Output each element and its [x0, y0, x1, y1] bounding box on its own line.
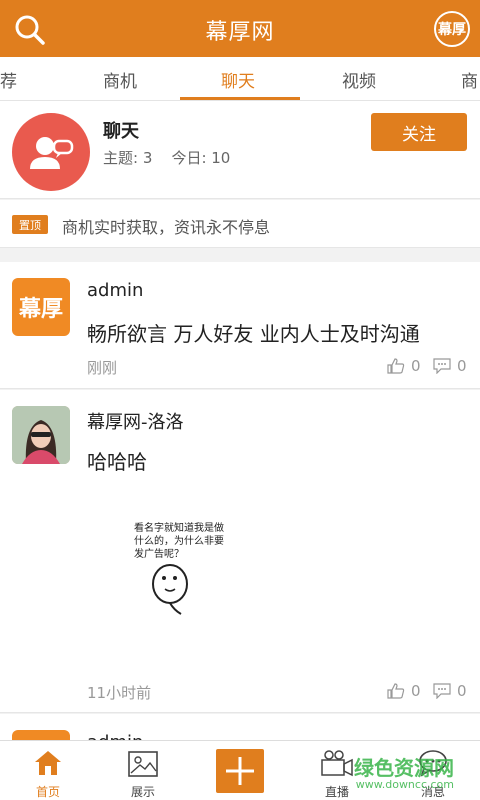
app-title: 幕厚网 [205, 20, 275, 45]
follow-button[interactable]: 关注 [371, 113, 467, 151]
tab-chat[interactable]: 聊天 [221, 67, 255, 92]
post-content: 畅所欲言 万人好友 业内人士及时沟通 [87, 322, 420, 346]
tab-recommend[interactable]: 荐 [0, 67, 17, 92]
post-item[interactable]: 幕厚网-洛洛 哈哈哈 看名字就知道我是做什么的，为什么非要发广告呢？ 11小时前… [0, 390, 480, 713]
thumbs-up-icon [387, 358, 405, 374]
meme-face-icon [152, 564, 188, 615]
plus-icon [226, 757, 254, 785]
user-avatar[interactable]: 幕厚 [434, 11, 470, 47]
like-count: 0 [411, 357, 421, 375]
post-time: 刚刚 [87, 359, 118, 377]
nav-home[interactable]: 首页 [13, 747, 83, 800]
image-icon [128, 751, 158, 777]
post-content: 哈哈哈 [87, 450, 147, 474]
like-control[interactable]: 0 [387, 357, 421, 375]
post-image[interactable]: 看名字就知道我是做什么的，为什么非要发广告呢？ [132, 500, 224, 620]
comment-icon [433, 358, 451, 374]
post-avatar[interactable]: 幕厚 [12, 278, 70, 336]
nav-showcase[interactable]: 展示 [108, 747, 178, 800]
pinned-badge: 置顶 [12, 215, 48, 234]
post-author[interactable]: admin [87, 280, 143, 301]
like-control[interactable]: 0 [387, 682, 421, 700]
thumbs-up-icon [387, 683, 405, 699]
watermark: 绿色资源网 [354, 756, 454, 780]
forum-name: 聊天 [103, 121, 139, 142]
comment-icon [433, 683, 451, 699]
post-item[interactable]: 幕厚 admin 畅所欲言 万人好友 业内人士及时沟通 刚刚 0 0 [0, 262, 480, 389]
like-count: 0 [411, 682, 421, 700]
home-icon [35, 751, 61, 775]
top-bar: 幕厚网 幕厚 [0, 0, 480, 57]
post-time: 11小时前 [87, 684, 152, 702]
tab-more[interactable]: 商 [461, 67, 478, 92]
tab-video[interactable]: 视频 [342, 67, 376, 92]
nav-home-label: 首页 [35, 785, 60, 799]
comment-count: 0 [457, 682, 467, 700]
meme-caption: 看名字就知道我是做什么的，为什么非要发广告呢？ [134, 523, 224, 560]
nav-showcase-label: 展示 [130, 785, 155, 799]
forum-stats: 主题: 3 今日: 10 [103, 149, 231, 167]
chat-person-icon [30, 137, 74, 169]
pinned-notice[interactable]: 置顶 商机实时获取，资讯永不停息 [0, 200, 480, 248]
post-new-button[interactable] [216, 749, 264, 793]
user-photo-icon [12, 406, 70, 464]
post-author[interactable]: 幕厚网-洛洛 [87, 408, 184, 434]
video-camera-icon [321, 750, 353, 777]
category-tabs: 荐 商机 聊天 视频 商 [0, 57, 480, 101]
comment-count: 0 [457, 357, 467, 375]
active-tab-indicator [180, 97, 300, 100]
comment-control[interactable]: 0 [433, 357, 467, 375]
watermark-url: www.downcc.com [355, 778, 454, 791]
notice-text: 商机实时获取，资讯永不停息 [62, 218, 271, 237]
tab-business[interactable]: 商机 [103, 67, 137, 92]
comment-control[interactable]: 0 [433, 682, 467, 700]
app-screen: 幕厚网 幕厚 荐 商机 聊天 视频 商 聊天 主题: 3 今日: 10 关注 置… [0, 0, 480, 800]
forum-logo [12, 113, 90, 191]
forum-header: 聊天 主题: 3 今日: 10 关注 [0, 101, 480, 199]
post-avatar[interactable] [12, 406, 70, 464]
